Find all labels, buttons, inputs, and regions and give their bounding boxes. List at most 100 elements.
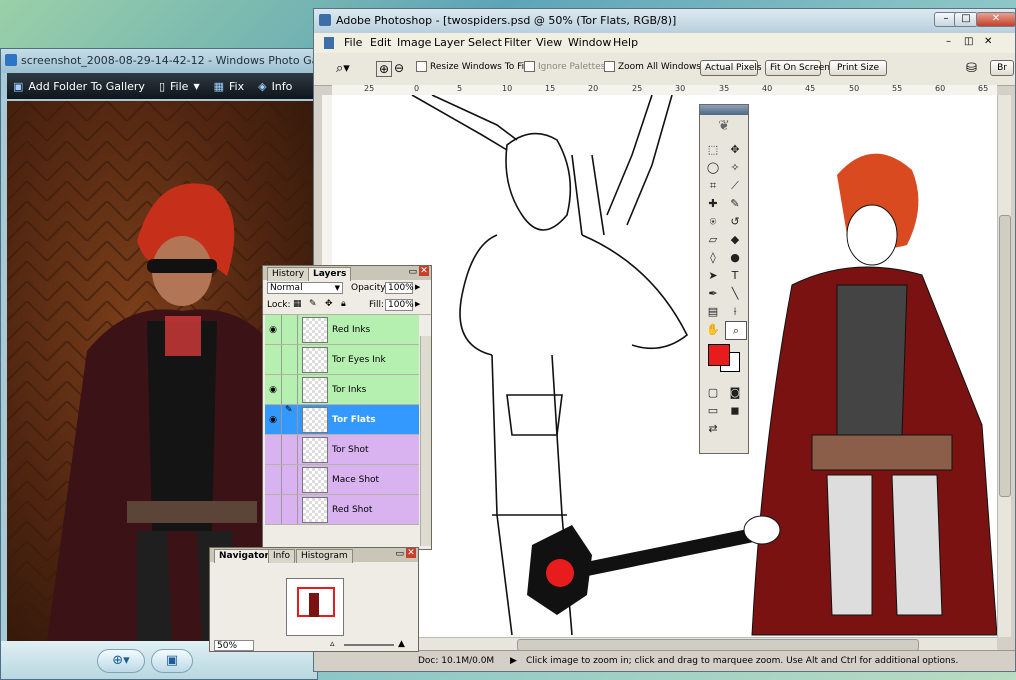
history-brush-icon[interactable]: ↺ [725,213,745,230]
palette-minimize-icon[interactable]: ▭ [408,267,417,277]
eyedropper-icon[interactable]: ⟊ [725,303,745,320]
menu-filter[interactable]: Filter [504,36,531,49]
menu-edit[interactable]: Edit [370,36,391,49]
palette-close-icon[interactable]: ✕ [406,548,416,558]
status-arrow-icon[interactable]: ▶ [510,656,517,666]
file-browser-icon[interactable]: ⛁ [966,61,977,76]
marquee-icon[interactable]: ⬚ [703,141,723,158]
menu-select[interactable]: Select [468,36,502,49]
tab-history[interactable]: History [267,267,310,281]
lock-pixels-icon[interactable]: ✎ [309,299,317,309]
tab-info[interactable]: Info [268,549,296,563]
photo-gallery-titlebar[interactable]: screenshot_2008-08-29-14-42-12 - Windows… [1,49,317,73]
tab-layers[interactable]: Layers [308,267,352,281]
healing-icon[interactable]: ✚ [703,195,723,212]
menu-window[interactable]: Window [568,36,611,49]
layer-row[interactable]: Tor Eyes Ink [265,345,419,375]
bucket-icon[interactable]: ◆ [725,231,745,248]
brush-icon[interactable]: ✎ [725,195,745,212]
type-icon[interactable]: T [725,267,745,284]
zoom-tool-icon[interactable]: ⌕ [725,321,747,340]
layer-row[interactable]: ◉ ✎ Tor Flats [265,405,419,435]
tools-palette-header[interactable] [700,105,748,115]
navigator-zoom-slider[interactable] [344,644,394,646]
navigator-zoom-out-icon[interactable]: ▵ [330,639,335,649]
layer-row[interactable]: Tor Shot [265,435,419,465]
layer-visibility-toggle[interactable]: ◉ [265,405,282,434]
full-screen-icon[interactable]: ◼ [725,402,745,419]
path-select-icon[interactable]: ➤ [703,267,723,284]
layer-link-toggle[interactable] [282,495,298,524]
stamp-icon[interactable]: ⍟ [703,213,723,230]
lasso-icon[interactable]: ◯ [703,159,723,176]
fix-button[interactable]: ▦ Fix [214,80,245,93]
slice-icon[interactable]: ⟋ [725,177,745,194]
fit-button[interactable]: ▣ [151,649,193,673]
zoom-out-icon[interactable]: ⊖ [394,61,404,75]
menu-view[interactable]: View [536,36,562,49]
menu-layer[interactable]: Layer [434,36,465,49]
menu-image[interactable]: Image [397,36,431,49]
quick-mask-icon[interactable]: ◙ [725,384,745,401]
layer-link-toggle[interactable]: ✎ [282,405,298,434]
lock-transparency-icon[interactable]: ▦ [293,299,302,309]
crop-icon[interactable]: ⌗ [703,177,723,194]
palette-minimize-icon[interactable]: ▭ [395,549,404,559]
layer-row[interactable]: ◉ Tor Inks [265,375,419,405]
zoom-button[interactable]: ⊕▾ [97,649,145,673]
zoom-in-icon[interactable]: ⊕ [376,61,393,77]
layer-visibility-toggle[interactable] [265,465,282,494]
fit-on-screen-button[interactable]: Fit On Screen [765,60,830,76]
vertical-scroll-thumb[interactable] [999,215,1011,497]
fill-field[interactable]: 100% [385,299,414,311]
navigator-zoom-field[interactable]: 50% [214,640,254,651]
notes-icon[interactable]: ▤ [703,303,723,320]
close-button[interactable]: ✕ [976,12,1015,27]
doc-restore-icon[interactable]: ◫ [964,36,973,47]
dodge-icon[interactable]: ● [725,249,745,266]
horizontal-scrollbar[interactable] [332,637,997,651]
info-button[interactable]: ◈ Info [258,80,292,93]
tab-navigator[interactable]: Navigator [214,549,274,563]
eraser-icon[interactable]: ▱ [703,231,723,248]
doc-close-icon[interactable]: ✕ [984,36,992,47]
menu-help[interactable]: Help [613,36,638,49]
move-icon[interactable]: ✥ [725,141,745,158]
opacity-slider-icon[interactable]: ▶ [415,283,420,291]
palette-close-icon[interactable]: ✕ [419,266,429,276]
actual-pixels-button[interactable]: Actual Pixels [700,60,762,76]
blend-mode-select[interactable]: Normal ▼ [267,282,343,294]
zoom-all-windows-checkbox[interactable]: Zoom All Windows [604,61,701,72]
photoshop-titlebar[interactable]: Adobe Photoshop - [twospiders.psd @ 50% … [314,9,1015,33]
print-size-button[interactable]: Print Size [829,60,887,76]
line-icon[interactable]: ╲ [725,285,745,302]
layer-visibility-toggle[interactable] [265,435,282,464]
menu-file[interactable]: File [344,36,362,49]
layer-visibility-toggle[interactable] [265,495,282,524]
standard-mode-icon[interactable]: ▢ [703,384,723,401]
tab-histogram[interactable]: Histogram [296,549,353,563]
blur-icon[interactable]: ◊ [703,249,723,266]
pen-icon[interactable]: ✒ [703,285,723,302]
lock-position-icon[interactable]: ✥ [325,299,333,309]
layer-visibility-toggle[interactable]: ◉ [265,315,282,344]
resize-windows-checkbox[interactable]: Resize Windows To Fit [416,61,528,72]
opacity-field[interactable]: 100% [385,282,414,294]
layer-row[interactable]: Mace Shot [265,465,419,495]
doc-minimize-icon[interactable]: – [946,36,951,47]
foreground-color-swatch[interactable] [708,344,730,366]
layer-visibility-toggle[interactable]: ◉ [265,375,282,404]
lock-icon[interactable]: 🔒︎ [341,299,346,309]
magic-wand-icon[interactable]: ✧ [725,159,745,176]
layer-link-toggle[interactable] [282,375,298,404]
zoom-tool-preset-icon[interactable]: ⌕▾ [336,61,350,76]
layer-visibility-toggle[interactable] [265,345,282,374]
navigator-zoom-in-icon[interactable]: ▲ [398,639,405,649]
bridge-button[interactable]: Br [990,60,1014,76]
layer-link-toggle[interactable] [282,465,298,494]
layer-row[interactable]: ◉ Red Inks [265,315,419,345]
maximize-button[interactable]: □ [954,12,978,27]
imageready-icon[interactable]: ⇄ [703,420,723,437]
layer-link-toggle[interactable] [282,315,298,344]
vertical-scrollbar[interactable] [997,95,1011,637]
